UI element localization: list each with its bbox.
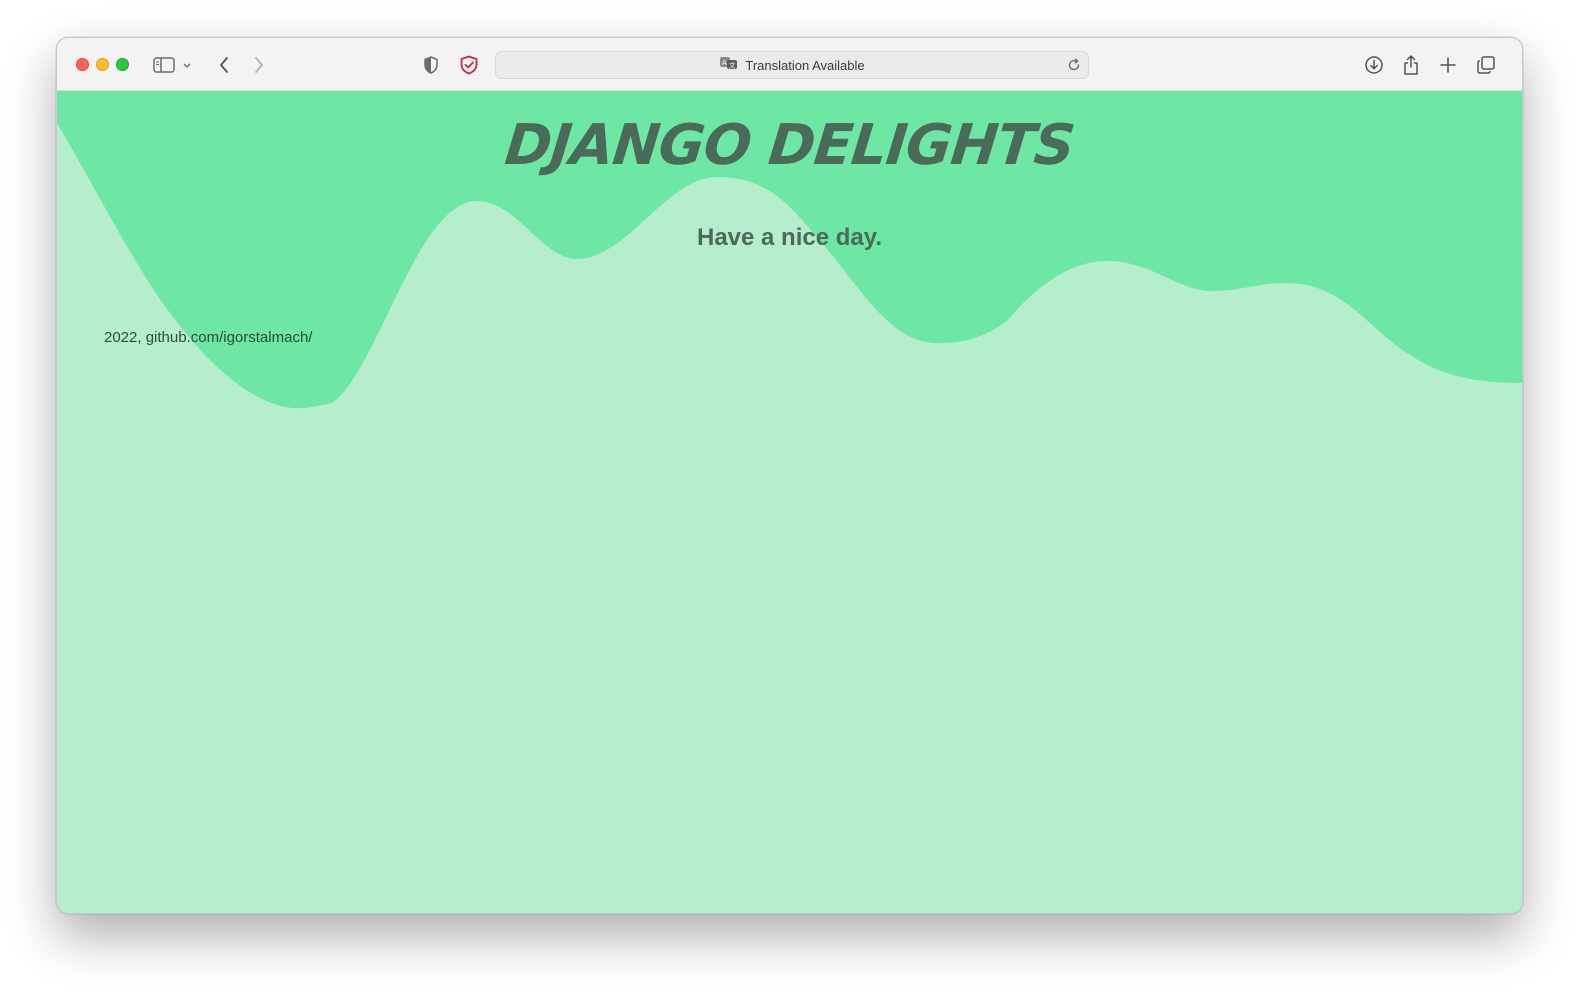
browser-window: A文 Translation Available DJANGO DELIGHTS… (56, 37, 1523, 914)
shield-half-icon[interactable] (419, 53, 443, 77)
reload-icon[interactable] (1066, 57, 1082, 78)
address-text: Translation Available (745, 57, 865, 73)
svg-text:文: 文 (729, 60, 736, 69)
minimize-window-button[interactable] (96, 58, 109, 71)
close-window-button[interactable] (76, 58, 89, 71)
plus-icon[interactable] (1436, 53, 1460, 77)
share-icon[interactable] (1399, 53, 1423, 77)
wave-background (57, 91, 1522, 409)
address-bar[interactable]: A文 Translation Available (495, 51, 1089, 79)
download-icon[interactable] (1362, 53, 1386, 77)
browser-toolbar: A文 Translation Available (57, 38, 1522, 91)
sidebar-icon[interactable] (152, 53, 176, 77)
tab-overview-icon[interactable] (1474, 53, 1498, 77)
chevron-left-icon[interactable] (212, 53, 236, 77)
page-tagline: Have a nice day. (697, 224, 882, 251)
translate-icon[interactable]: A文 (719, 56, 739, 75)
maximize-window-button[interactable] (116, 58, 129, 71)
chevron-right-icon[interactable] (247, 53, 271, 77)
chevron-down-icon[interactable] (180, 53, 194, 77)
footer-text: 2022, github.com/igorstalmach/ (104, 329, 313, 346)
page-title: DJANGO DELIGHTS (501, 113, 1078, 178)
svg-text:A: A (722, 59, 727, 67)
page-content: DJANGO DELIGHTS Have a nice day. 2022, g… (57, 91, 1522, 913)
shield-check-icon[interactable] (457, 53, 481, 77)
